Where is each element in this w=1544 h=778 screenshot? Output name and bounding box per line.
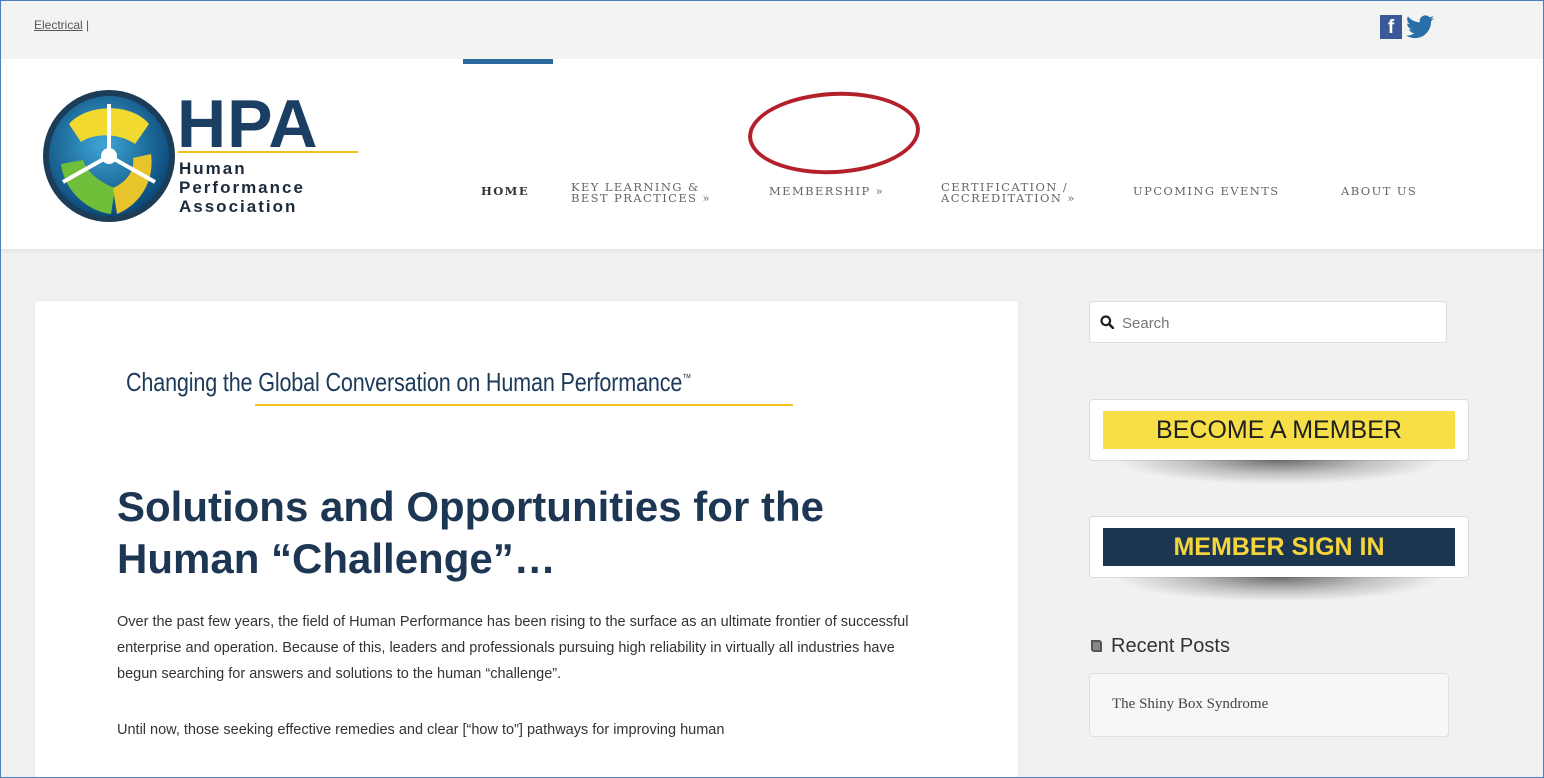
recent-post-link[interactable]: The Shiny Box Syndrome	[1112, 696, 1268, 713]
logo-line-performance: Performance	[179, 178, 305, 197]
book-icon	[1091, 640, 1102, 652]
search-input[interactable]	[1120, 310, 1424, 336]
member-sign-in-widget: MEMBER SIGN IN	[1089, 516, 1469, 578]
nav-membership[interactable]: MEMBERSHIP »	[769, 184, 885, 198]
nav-membership-label: MEMBERSHIP »	[769, 184, 885, 198]
recent-posts-heading: Recent Posts	[1089, 635, 1230, 658]
trademark-symbol: ™	[682, 372, 692, 385]
tagline-rest: the Global Conversation on Human Perform…	[217, 367, 683, 397]
member-sign-in-button[interactable]: MEMBER SIGN IN	[1103, 528, 1455, 566]
breadcrumb: Electrical |	[34, 18, 89, 32]
nav-key-learning-line2: BEST PRACTICES »	[571, 191, 711, 205]
nav-about-us[interactable]: ABOUT US	[1341, 184, 1418, 198]
main-content-card: Changing the Global Conversation on Huma…	[35, 301, 1018, 777]
nav-upcoming-events-label: UPCOMING EVENTS	[1133, 184, 1280, 198]
nav-certification[interactable]: CERTIFICATION / ACCREDITATION »	[941, 181, 1076, 205]
tagline-word-changing: Changing	[126, 367, 218, 397]
nav-upcoming-events[interactable]: UPCOMING EVENTS	[1133, 184, 1280, 198]
nav-home[interactable]: HOME	[481, 184, 529, 198]
nav-key-learning[interactable]: KEY LEARNING & BEST PRACTICES »	[571, 181, 711, 205]
second-paragraph: Until now, those seeking effective remed…	[117, 722, 725, 738]
recent-posts-title: Recent Posts	[1111, 635, 1230, 657]
logo-line-human: Human	[179, 159, 247, 178]
breadcrumb-separator: |	[86, 18, 90, 32]
tagline-underline	[255, 404, 793, 406]
tagline: Changing the Global Conversation on Huma…	[126, 367, 691, 398]
hpa-logo[interactable]: HPA Human Performance Association	[41, 84, 371, 224]
svg-text:HPA: HPA	[177, 86, 319, 162]
nav-active-indicator	[463, 59, 553, 64]
facebook-icon[interactable]: f	[1380, 15, 1402, 39]
nav-certification-line2: ACCREDITATION »	[941, 191, 1076, 205]
twitter-icon[interactable]	[1406, 15, 1434, 39]
become-member-button[interactable]: BECOME A MEMBER	[1103, 411, 1455, 449]
logo-line-association: Association	[179, 197, 297, 216]
widget-shadow	[1119, 577, 1439, 601]
top-bar: Electrical | f	[1, 1, 1543, 59]
become-member-widget: BECOME A MEMBER	[1089, 399, 1469, 461]
search-box	[1089, 301, 1447, 343]
widget-shadow	[1119, 460, 1439, 484]
recent-posts-list: The Shiny Box Syndrome	[1089, 673, 1449, 737]
search-icon	[1100, 315, 1114, 329]
nav-home-label: HOME	[481, 184, 529, 198]
intro-paragraph: Over the past few years, the field of Hu…	[117, 614, 909, 682]
logo-acronym: HPA	[177, 86, 319, 162]
nav-about-us-label: ABOUT US	[1341, 184, 1418, 198]
browser-page: Electrical | f HPA Human Performance Ass…	[0, 0, 1544, 778]
breadcrumb-link-electrical[interactable]: Electrical	[34, 18, 83, 32]
page-headline: Solutions and Opportunities for the Huma…	[117, 483, 824, 582]
